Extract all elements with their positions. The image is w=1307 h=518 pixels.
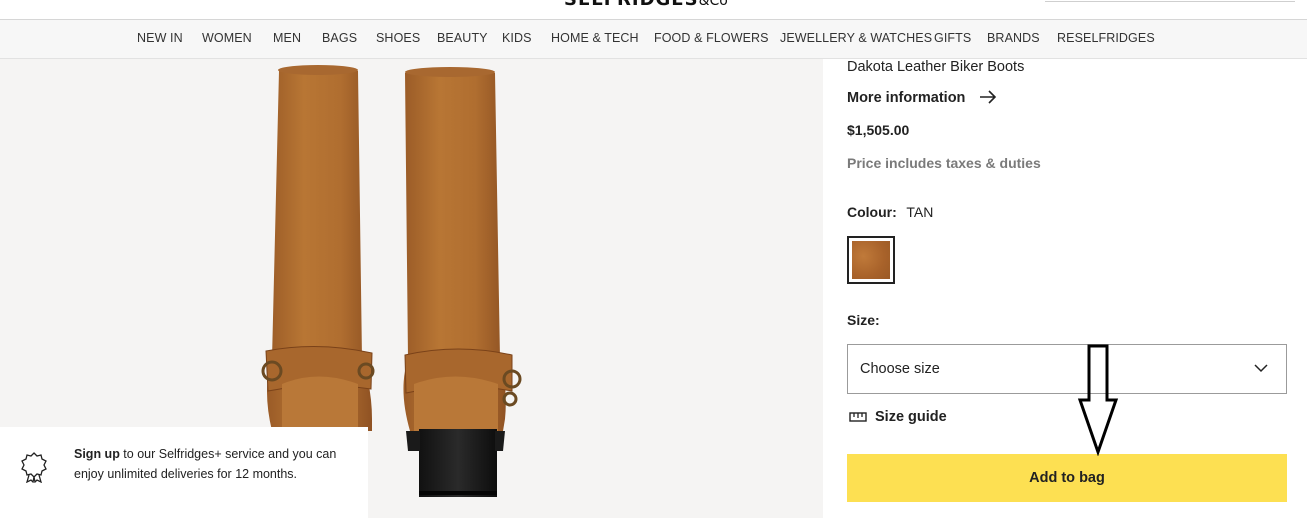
- site-header: SELFRIDGES&Co: [0, 0, 1307, 20]
- nav-item-men[interactable]: MEN: [273, 31, 301, 45]
- signup-text: Sign up to our Selfridges+ service and y…: [74, 447, 337, 481]
- badge-icon: [21, 452, 47, 483]
- nav-item-shoes[interactable]: SHOES: [376, 31, 420, 45]
- main-nav: NEW IN WOMEN MEN BAGS SHOES BEAUTY KIDS …: [0, 20, 1307, 59]
- nav-item-home-tech[interactable]: HOME & TECH: [551, 31, 639, 45]
- signup-banner: Sign up to our Selfridges+ service and y…: [0, 427, 368, 518]
- colour-swatch-tan[interactable]: [847, 236, 895, 284]
- nav-item-new-in[interactable]: NEW IN: [137, 31, 183, 45]
- size-guide-link[interactable]: Size guide: [849, 409, 947, 425]
- more-information-link[interactable]: More information: [847, 90, 997, 106]
- product-details: Dakota Leather Biker Boots More informat…: [847, 59, 1287, 518]
- signup-link[interactable]: Sign up: [74, 447, 120, 461]
- nav-item-kids[interactable]: KIDS: [502, 31, 532, 45]
- product-title: Dakota Leather Biker Boots: [847, 59, 1025, 75]
- chevron-down-icon: [1254, 364, 1268, 373]
- annotation-arrow-icon: [1077, 344, 1119, 456]
- nav-item-women[interactable]: WOMEN: [202, 31, 252, 45]
- product-price: $1,505.00: [847, 122, 910, 138]
- add-to-bag-button[interactable]: Add to bag: [847, 454, 1287, 502]
- nav-item-reselfridges[interactable]: RESELFRIDGES: [1057, 31, 1155, 45]
- colour-label: Colour:: [847, 204, 897, 220]
- nav-item-bags[interactable]: BAGS: [322, 31, 357, 45]
- size-select[interactable]: Choose size: [847, 344, 1287, 394]
- selfridges-logo[interactable]: SELFRIDGES&Co: [564, 0, 728, 10]
- colour-row: Colour: TAN: [847, 204, 933, 220]
- nav-item-brands[interactable]: BRANDS: [987, 31, 1040, 45]
- more-information-label: More information: [847, 90, 966, 106]
- ruler-icon: [849, 412, 867, 422]
- colour-value: TAN: [906, 204, 934, 220]
- size-guide-label: Size guide: [875, 409, 947, 425]
- nav-item-jewellery-watches[interactable]: JEWELLERY & WATCHES: [780, 31, 932, 45]
- tax-note: Price includes taxes & duties: [847, 155, 1041, 171]
- nav-item-gifts[interactable]: GIFTS: [934, 31, 971, 45]
- nav-item-food-flowers[interactable]: FOOD & FLOWERS: [654, 31, 769, 45]
- size-select-value: Choose size: [860, 361, 940, 377]
- nav-item-beauty[interactable]: BEAUTY: [437, 31, 488, 45]
- size-label: Size:: [847, 312, 880, 328]
- arrow-right-icon: [980, 90, 997, 104]
- search-input[interactable]: [1045, 0, 1295, 2]
- swatch-fill: [852, 241, 890, 279]
